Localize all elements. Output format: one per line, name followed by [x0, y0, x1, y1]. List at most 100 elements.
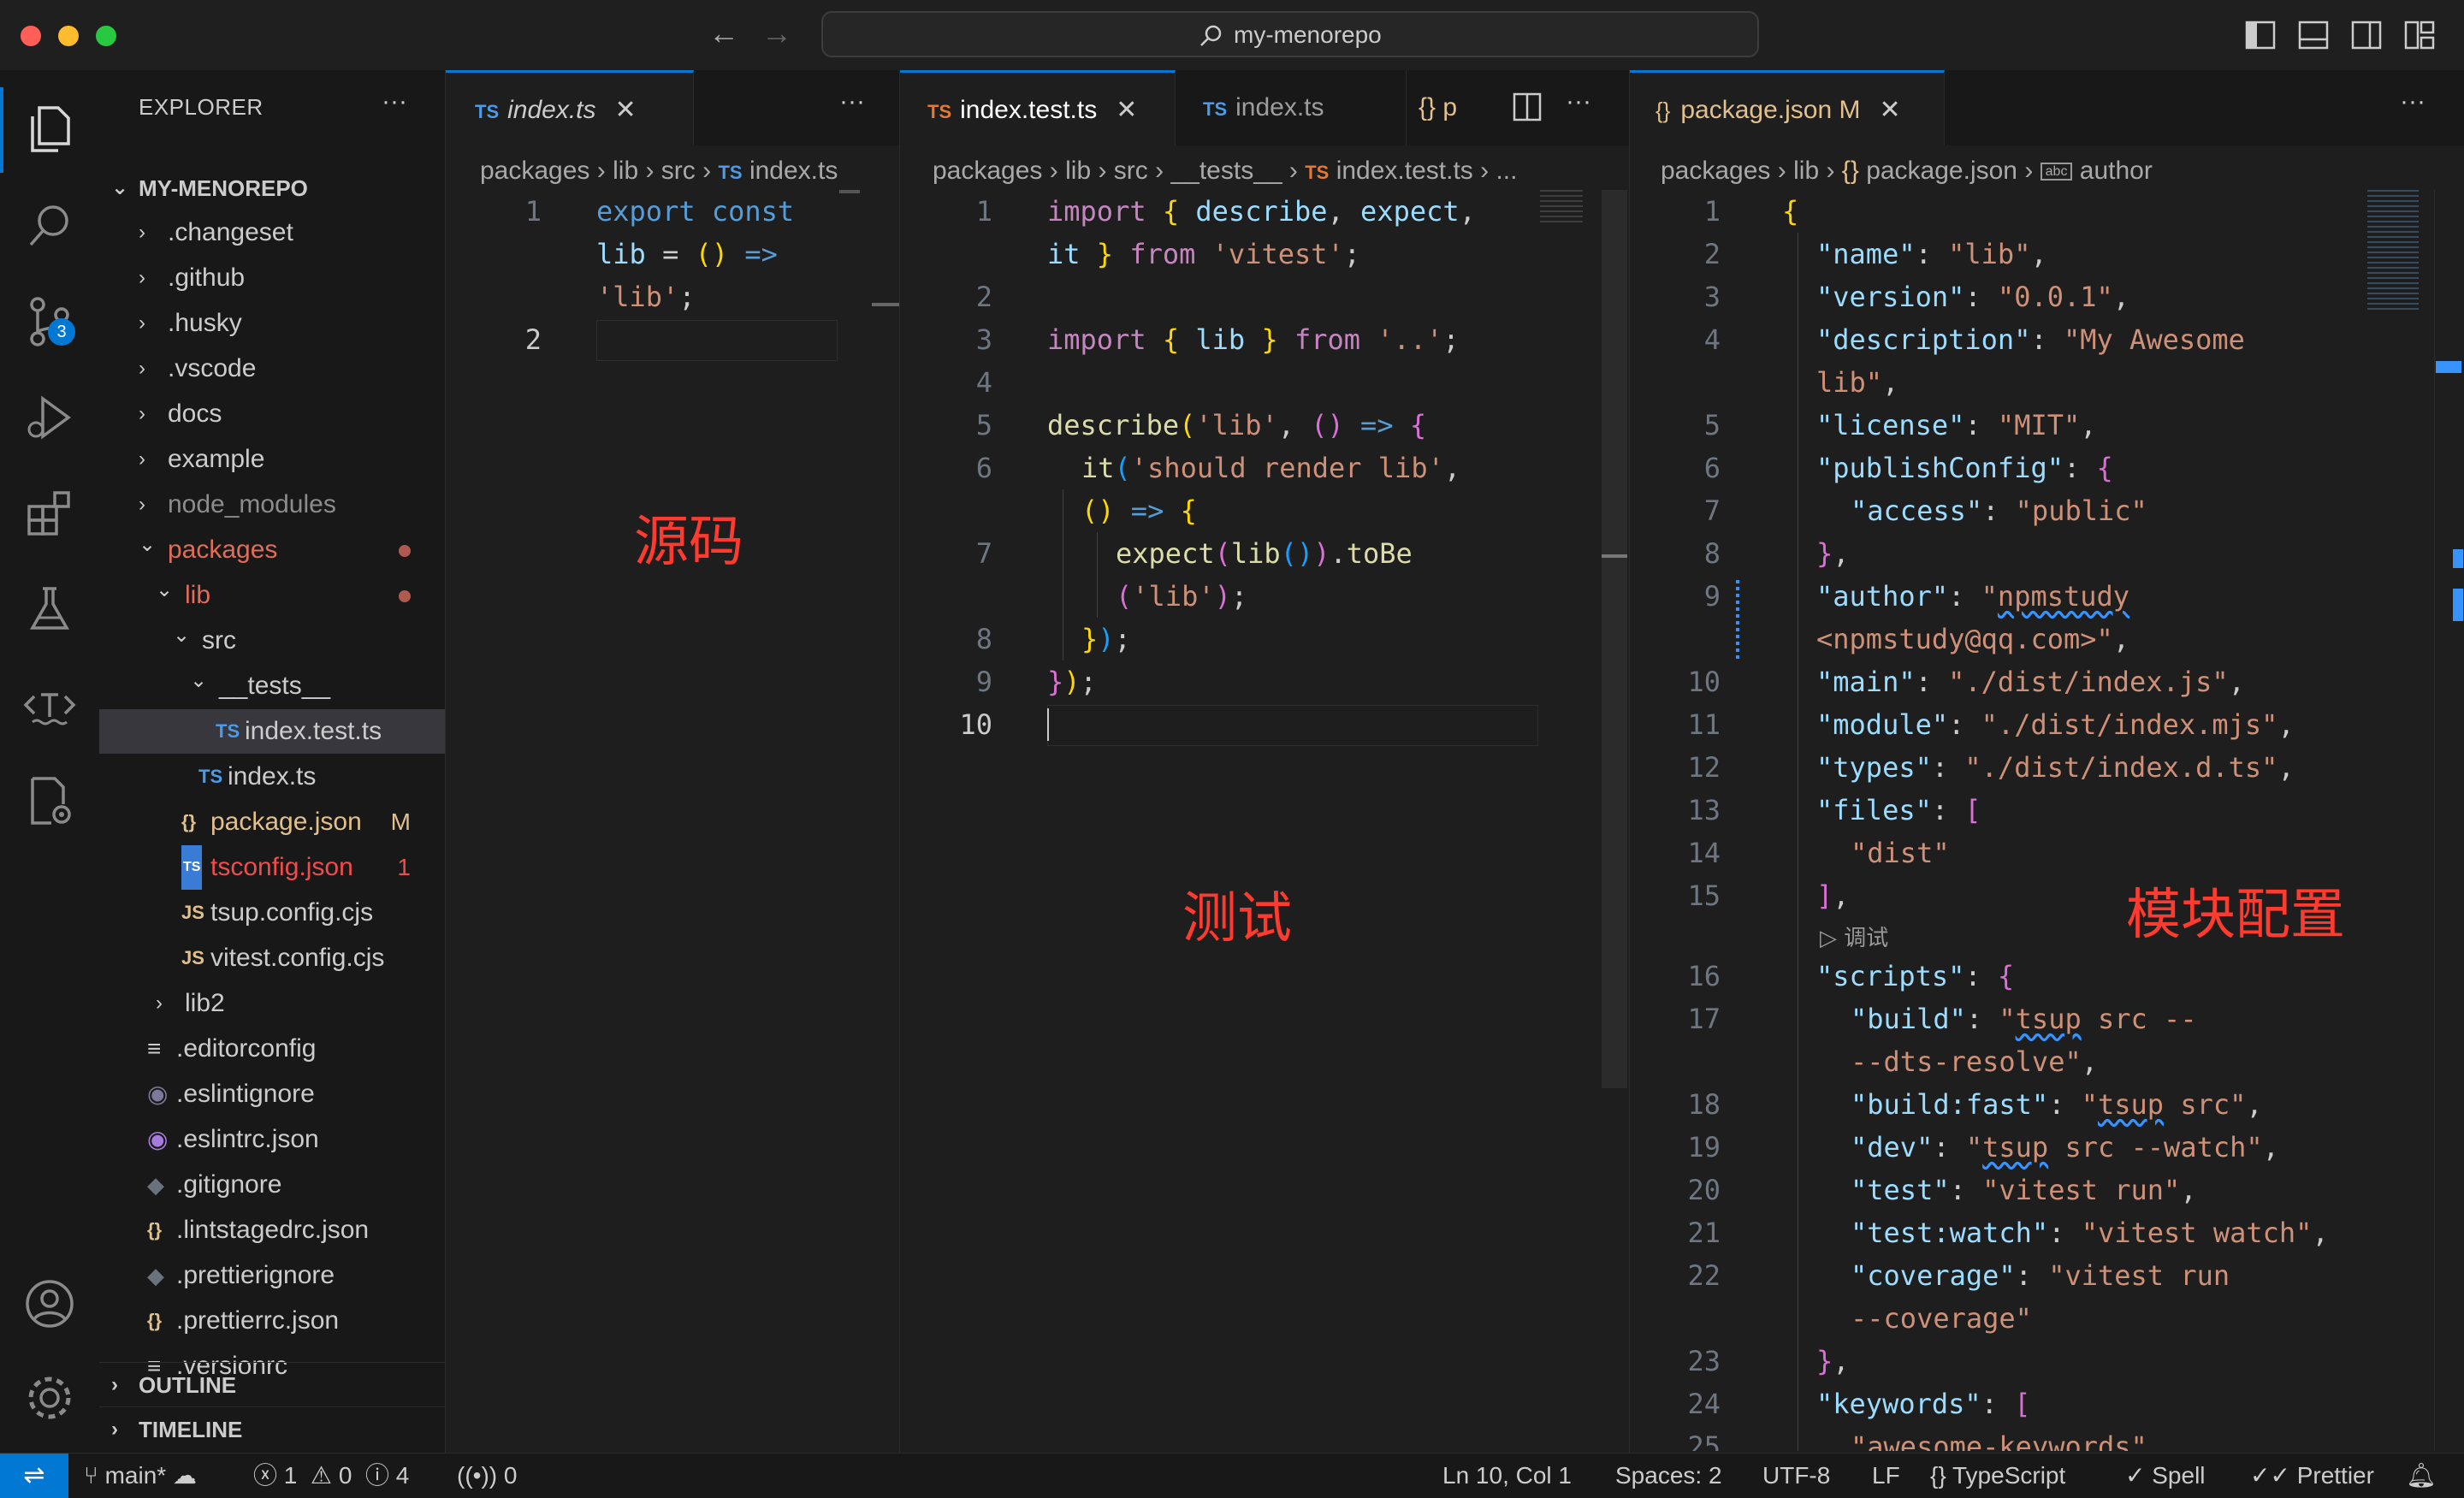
tree-item-editorconfig[interactable]: ≡ .editorconfig — [99, 1027, 445, 1071]
code-line: 14 "dist" — [1687, 837, 1950, 869]
ports-indicator[interactable]: ((•)) 0 — [457, 1454, 517, 1498]
dirty-diff-gutter — [1736, 580, 1739, 660]
explorer-more-button[interactable]: ··· — [382, 87, 407, 116]
scrollbar-marker — [872, 303, 899, 306]
tree-item-tests[interactable]: ⌄ __tests__ — [99, 664, 445, 708]
toggle-secondary-sidebar-icon[interactable] — [2351, 21, 2382, 50]
tab-package-json-truncated[interactable]: {} p — [1407, 70, 1492, 145]
tree-item-github[interactable]: › .github — [99, 256, 445, 300]
tree-item-packages[interactable]: ⌄ packages — [99, 528, 445, 572]
more-actions-icon[interactable]: ··· — [1566, 87, 1591, 116]
debug-codelens[interactable]: ▷ 调试 — [1820, 917, 1888, 960]
tree-item-index-test-ts[interactable]: TS index.test.ts — [99, 709, 445, 754]
split-editor-icon[interactable] — [1513, 92, 1542, 121]
toggle-panel-icon[interactable] — [2298, 21, 2329, 50]
cursor-position[interactable]: Ln 10, Col 1 — [1442, 1454, 1572, 1498]
tree-item-lib2[interactable]: › lib2 — [99, 981, 445, 1026]
maximize-window-button[interactable] — [96, 26, 116, 46]
tree-item-docs[interactable]: › docs — [99, 392, 445, 436]
tab-index-test-ts[interactable]: TS index.test.ts ✕ — [900, 70, 1176, 145]
run-debug-icon[interactable] — [22, 390, 77, 445]
chevron-right-icon: › — [111, 1418, 118, 1441]
spell-check[interactable]: ✓ Spell — [2125, 1454, 2206, 1498]
explorer-icon[interactable] — [22, 101, 77, 156]
tree-item-eslintignore[interactable]: ◉ .eslintignore — [99, 1072, 445, 1116]
encoding[interactable]: UTF-8 — [1762, 1454, 1830, 1498]
tab-index-ts[interactable]: TS index.ts ✕ — [446, 70, 694, 145]
tree-item-changeset[interactable]: › .changeset — [99, 210, 445, 255]
js-file-icon: JS — [181, 947, 204, 968]
minimize-window-button[interactable] — [58, 26, 79, 46]
close-icon[interactable]: ✕ — [615, 96, 637, 124]
tab-index-ts[interactable]: TS index.ts — [1176, 70, 1407, 145]
forward-arrow-icon[interactable]: → — [761, 15, 792, 51]
tree-item-lib[interactable]: ⌄ lib — [99, 573, 445, 618]
code-line: 13 "files": [ — [1687, 794, 1981, 826]
code-line: --coverage" — [1851, 1302, 2032, 1335]
tree-item-gitignore[interactable]: ◆ .gitignore — [99, 1163, 445, 1207]
tree-item-tsup-config[interactable]: JS tsup.config.cjs — [99, 891, 445, 935]
toggle-primary-sidebar-icon[interactable] — [2245, 21, 2276, 50]
tree-item-husky[interactable]: › .husky — [99, 301, 445, 346]
timeline-section[interactable]: › TIMELINE — [99, 1406, 445, 1452]
command-center-search[interactable]: my-menorepo — [821, 11, 1759, 57]
tab-bar: TS index.ts ✕ ··· — [446, 70, 899, 145]
close-icon[interactable]: ✕ — [1880, 96, 1901, 124]
tree-item-src[interactable]: ⌄ src — [99, 619, 445, 663]
tree-item-vitest-config[interactable]: JS vitest.config.cjs — [99, 936, 445, 980]
tree-item-vscode[interactable]: › .vscode — [99, 346, 445, 391]
testing-icon[interactable] — [22, 582, 77, 637]
minimap — [839, 190, 860, 193]
code-editor[interactable]: 1{2 "name": "lib", 3 "version": "0.0.1", 4 "d… — [1630, 190, 2451, 1451]
customize-layout-icon[interactable] — [2404, 21, 2435, 50]
minimap — [2367, 190, 2419, 310]
indentation[interactable]: Spaces: 2 — [1615, 1454, 1722, 1498]
chevron-right-icon: › — [139, 493, 145, 516]
remote-indicator-icon[interactable]: ⇌ — [0, 1454, 68, 1498]
explorer-title: EXPLORER — [139, 94, 264, 120]
tree-item-index-ts[interactable]: TS index.ts — [99, 755, 445, 799]
tab-package-json[interactable]: {} package.json M ✕ — [1630, 70, 1945, 145]
tree-item-node-modules[interactable]: › node_modules — [99, 483, 445, 527]
sync-icon: ☁ — [172, 1462, 197, 1489]
tree-item-lintstagedrc[interactable]: {} .lintstagedrc.json — [99, 1208, 445, 1252]
end-of-line[interactable]: LF — [1872, 1454, 1900, 1498]
search-icon — [1200, 25, 1222, 46]
ts-file-icon: TS — [216, 720, 240, 742]
code-line: 10 "main": "./dist/index.js", — [1687, 666, 2245, 698]
vertical-scrollbar[interactable] — [2434, 190, 2464, 1451]
settings-gear-icon[interactable] — [22, 1371, 77, 1425]
accounts-icon[interactable] — [22, 1276, 77, 1331]
extensions-icon[interactable] — [22, 486, 77, 541]
problems-indicator[interactable]: ⓧ 1 ⚠ 0 ⓘ 4 — [253, 1454, 409, 1498]
tree-root-folder[interactable]: ⌄ MY-MENOREPO — [99, 166, 445, 210]
prettier-status[interactable]: ✓✓ Prettier — [2250, 1454, 2374, 1498]
more-actions-icon[interactable]: ··· — [2400, 87, 2426, 116]
tree-item-tsconfig-json[interactable]: TS tsconfig.json 1 — [99, 845, 445, 890]
overlay-label-test: 测试 — [1182, 887, 1292, 950]
typescript-tools-icon[interactable] — [22, 678, 77, 732]
language-mode[interactable]: {} TypeScript — [1930, 1454, 2065, 1498]
more-actions-icon[interactable]: ··· — [839, 87, 865, 116]
braces-icon: {} — [1930, 1462, 1946, 1489]
vertical-scrollbar[interactable] — [1602, 190, 1627, 1088]
branch-indicator[interactable]: ⑂ main* ☁ — [84, 1454, 197, 1498]
close-icon[interactable]: ✕ — [1116, 96, 1137, 124]
tree-item-example[interactable]: › example — [99, 437, 445, 482]
close-window-button[interactable] — [21, 26, 41, 46]
chevron-right-icon: › — [139, 447, 145, 471]
search-icon[interactable] — [22, 198, 77, 253]
tree-item-prettierignore[interactable]: ◆ .prettierignore — [99, 1253, 445, 1298]
text-cursor — [1047, 708, 1049, 741]
tree-item-eslintrc[interactable]: ◉ .eslintrc.json — [99, 1117, 445, 1162]
tree-item-package-json[interactable]: {} package.json M — [99, 800, 445, 844]
chevron-right-icon: › — [139, 311, 145, 335]
back-arrow-icon[interactable]: ← — [708, 15, 739, 51]
code-line: 23}, — [1687, 1345, 1850, 1377]
chevron-right-icon: › — [139, 266, 145, 289]
remote-explorer-icon[interactable] — [22, 773, 77, 828]
tree-item-prettierrc[interactable]: {} .prettierrc.json — [99, 1299, 445, 1343]
outline-section[interactable]: › OUTLINE — [99, 1362, 445, 1407]
code-line: 16 "scripts": { — [1687, 960, 2015, 992]
notifications-bell-icon[interactable]: 🔔︎ — [2406, 1454, 2437, 1498]
